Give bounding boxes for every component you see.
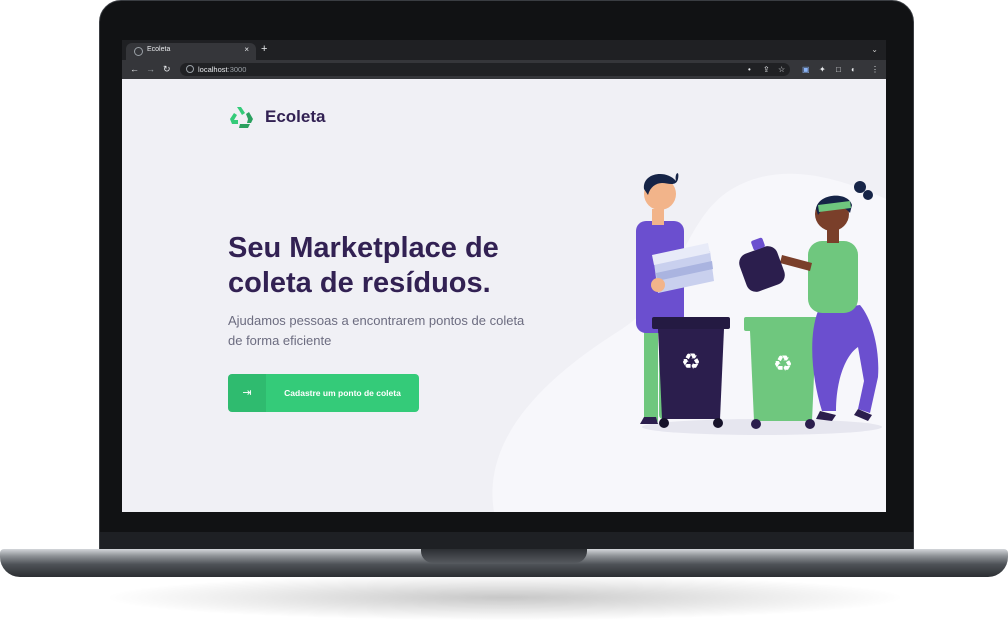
close-tab-icon[interactable]: × [244,45,249,55]
profile-icon[interactable]: ◐ [851,64,856,75]
laptop-shadow [110,575,900,620]
register-collection-point-button[interactable]: ⇥ Cadastre um ponto de coleta [228,374,419,412]
new-tab-button[interactable]: + [261,44,267,55]
recycling-illustration: ♻ ♻ [636,173,882,435]
logo-text: Ecoleta [265,107,326,126]
cta-label: Cadastre um ponto de coleta [284,388,401,398]
location-icon[interactable]: • [748,64,751,75]
address-bar[interactable]: localhost:3000 • ⇪ ☆ [180,63,790,76]
browser-toolbar: ← → ↻ localhost:3000 • ⇪ ☆ ▣ ✦ □ ◐ ⋮ [122,60,886,79]
laptop-notch [421,549,587,563]
recycle-logo-icon [230,107,253,128]
site-info-icon[interactable] [186,65,194,73]
globe-icon [134,47,143,56]
url-port: :3000 [227,65,247,74]
tab-strip: Ecoleta × + ⌄ [122,40,886,60]
svg-text:♻: ♻ [773,352,793,377]
ecoleta-home-page: Ecoleta Seu Marketplace de coleta de res… [122,79,886,512]
star-icon[interactable]: ☆ [778,64,785,75]
share-icon[interactable]: ⇪ [763,64,770,75]
reload-button[interactable]: ↻ [163,63,171,75]
url-text: localhost:3000 [198,64,246,75]
back-button[interactable]: ← [130,63,139,75]
tab-search-chevron-icon[interactable]: ⌄ [871,45,878,55]
url-host: localhost [198,65,228,74]
sidepanel-icon[interactable]: □ [836,64,841,75]
log-in-icon: ⇥ [228,374,266,412]
hero-title: Seu Marketplace de coleta de resíduos. [228,232,499,299]
extensions-icon[interactable]: ✦ [819,64,826,75]
tab-title: Ecoleta [147,46,171,53]
translate-icon[interactable]: ▣ [802,64,810,75]
tab-ecoleta[interactable]: Ecoleta × [126,43,256,60]
browser-window: Ecoleta × + ⌄ ← → ↻ localhost:3000 • ⇪ ☆… [122,40,886,512]
hero-subtitle: Ajudamos pessoas a encontrarem pontos de… [228,313,525,348]
forward-button[interactable]: → [146,63,155,75]
svg-text:♻: ♻ [681,350,701,375]
menu-icon[interactable]: ⋮ [871,64,879,75]
